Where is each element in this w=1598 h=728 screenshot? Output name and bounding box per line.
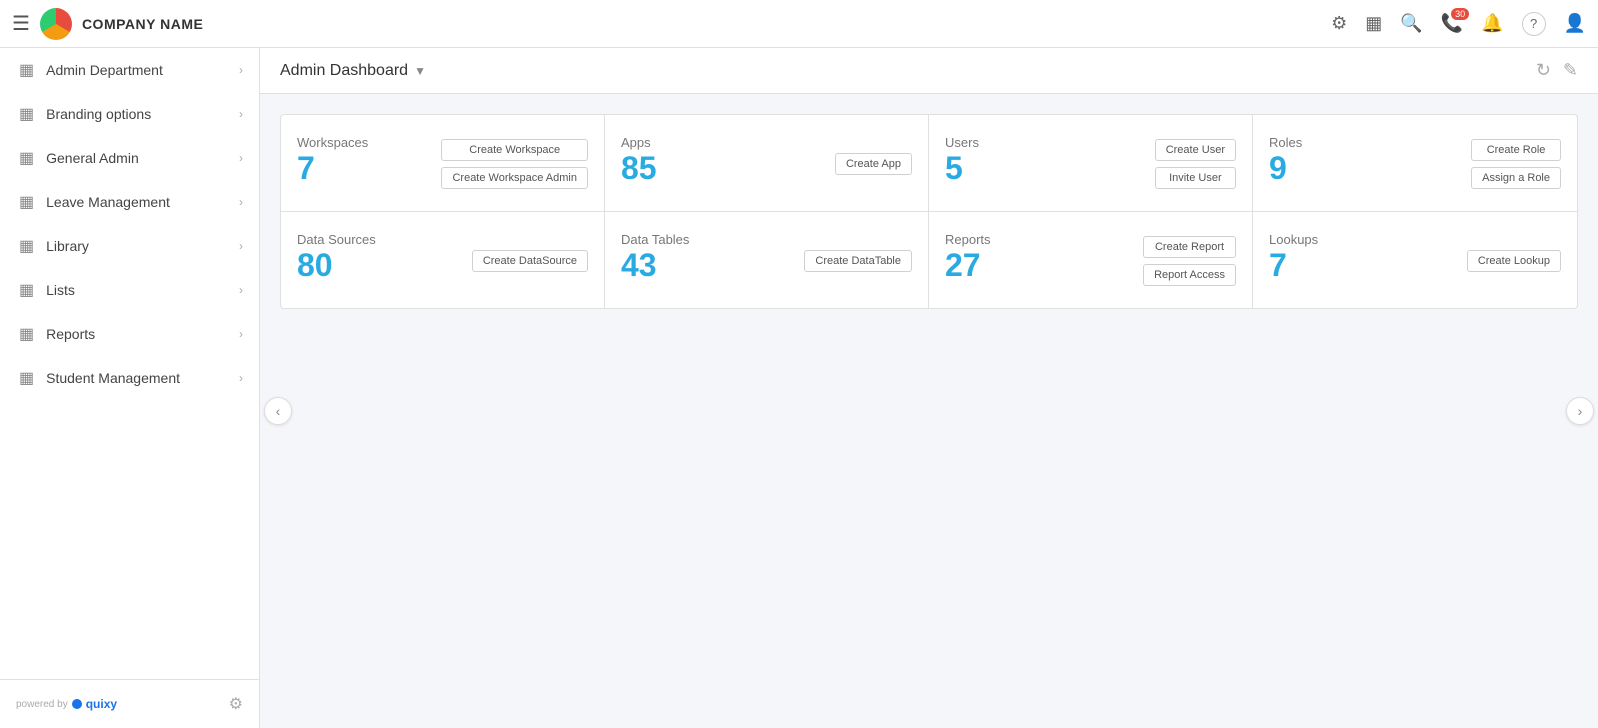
hamburger-icon[interactable]: ☰ bbox=[12, 11, 30, 36]
card-number: 85 bbox=[621, 150, 835, 187]
user-icon[interactable]: 👤 bbox=[1564, 13, 1586, 34]
card-data-tables: Data Tables 43 Create DataTable bbox=[605, 212, 929, 308]
card-number: 7 bbox=[1269, 247, 1467, 284]
dashboard-cards-grid: Workspaces 7 Create Workspace Create Wor… bbox=[280, 114, 1578, 309]
card-number: 80 bbox=[297, 247, 472, 284]
create-lookup-button[interactable]: Create Lookup bbox=[1467, 250, 1561, 272]
assign-role-button[interactable]: Assign a Role bbox=[1471, 167, 1561, 189]
layout-icon[interactable]: ▦ bbox=[1365, 13, 1382, 34]
card-number: 27 bbox=[945, 247, 1143, 284]
quixy-logo-dot bbox=[72, 699, 82, 709]
dashboard-body: ‹ Workspaces 7 Create Workspace Create W… bbox=[260, 94, 1598, 728]
card-users: Users 5 Create User Invite User bbox=[929, 115, 1253, 212]
create-workspace-admin-button[interactable]: Create Workspace Admin bbox=[441, 167, 588, 189]
create-workspace-button[interactable]: Create Workspace bbox=[441, 139, 588, 161]
top-nav: ☰ COMPANY NAME ⚙ ▦ 🔍 📞 30 🔔 ? 👤 bbox=[0, 0, 1598, 48]
general-admin-icon: ▦ bbox=[19, 148, 34, 168]
card-data-sources: Data Sources 80 Create DataSource bbox=[281, 212, 605, 308]
card-roles: Roles 9 Create Role Assign a Role bbox=[1253, 115, 1577, 212]
card-label: Apps bbox=[621, 135, 835, 150]
help-icon[interactable]: ? bbox=[1522, 12, 1546, 36]
card-label: Data Tables bbox=[621, 232, 804, 247]
chevron-right-icon: › bbox=[239, 371, 243, 385]
sidebar-item-reports[interactable]: ▦ Reports › bbox=[0, 312, 259, 356]
create-app-button[interactable]: Create App bbox=[835, 153, 912, 175]
dashboard-title[interactable]: Admin Dashboard ▼ bbox=[280, 62, 426, 80]
sidebar-item-label: Admin Department bbox=[46, 62, 163, 78]
lists-icon: ▦ bbox=[19, 280, 34, 300]
chevron-right-icon: › bbox=[239, 239, 243, 253]
sidebar-item-lists[interactable]: ▦ Lists › bbox=[0, 268, 259, 312]
student-management-icon: ▦ bbox=[19, 368, 34, 388]
card-label: Roles bbox=[1269, 135, 1471, 150]
sidebar-item-label: Student Management bbox=[46, 370, 180, 386]
report-access-button[interactable]: Report Access bbox=[1143, 264, 1236, 286]
sidebar-item-label: Leave Management bbox=[46, 194, 170, 210]
content-header: Admin Dashboard ▼ ↻ ✎ bbox=[260, 48, 1598, 94]
powered-by-label: powered by bbox=[16, 699, 68, 710]
content-area: Admin Dashboard ▼ ↻ ✎ ‹ Workspaces 7 bbox=[260, 48, 1598, 728]
sidebar-item-label: Lists bbox=[46, 282, 75, 298]
card-reports: Reports 27 Create Report Report Access bbox=[929, 212, 1253, 308]
create-report-button[interactable]: Create Report bbox=[1143, 236, 1236, 258]
sidebar-item-library[interactable]: ▦ Library › bbox=[0, 224, 259, 268]
dashboard-title-text: Admin Dashboard bbox=[280, 62, 408, 80]
chevron-right-icon: › bbox=[239, 151, 243, 165]
company-name: COMPANY NAME bbox=[82, 16, 203, 32]
sidebar-item-branding-options[interactable]: ▦ Branding options › bbox=[0, 92, 259, 136]
sidebar-item-leave-management[interactable]: ▦ Leave Management › bbox=[0, 180, 259, 224]
bell-icon[interactable]: 🔔 bbox=[1481, 13, 1503, 34]
edit-icon[interactable]: ✎ bbox=[1563, 60, 1578, 81]
sidebar-footer: powered by quixy ⚙ bbox=[0, 679, 259, 728]
card-label: Reports bbox=[945, 232, 1143, 247]
company-logo bbox=[40, 8, 72, 40]
card-label: Workspaces bbox=[297, 135, 441, 150]
card-label: Users bbox=[945, 135, 1155, 150]
invite-user-button[interactable]: Invite User bbox=[1155, 167, 1236, 189]
create-datasource-button[interactable]: Create DataSource bbox=[472, 250, 588, 272]
chevron-right-icon: › bbox=[239, 195, 243, 209]
card-number: 5 bbox=[945, 150, 1155, 187]
quixy-logo-text: quixy bbox=[86, 697, 117, 711]
create-role-button[interactable]: Create Role bbox=[1471, 139, 1561, 161]
library-icon: ▦ bbox=[19, 236, 34, 256]
calls-icon[interactable]: 📞 30 bbox=[1441, 13, 1463, 34]
card-number: 43 bbox=[621, 247, 804, 284]
search-icon[interactable]: 🔍 bbox=[1400, 13, 1422, 34]
leave-management-icon: ▦ bbox=[19, 192, 34, 212]
sidebar-item-label: Reports bbox=[46, 326, 95, 342]
chevron-right-icon: › bbox=[239, 327, 243, 341]
sidebar-item-general-admin[interactable]: ▦ General Admin › bbox=[0, 136, 259, 180]
chevron-right-icon: › bbox=[239, 63, 243, 77]
sidebar-item-label: Library bbox=[46, 238, 89, 254]
calls-badge: 30 bbox=[1451, 8, 1469, 20]
card-lookups: Lookups 7 Create Lookup bbox=[1253, 212, 1577, 308]
nav-arrow-left[interactable]: ‹ bbox=[264, 397, 292, 425]
branding-options-icon: ▦ bbox=[19, 104, 34, 124]
sidebar-item-label: General Admin bbox=[46, 150, 139, 166]
admin-department-icon: ▦ bbox=[19, 60, 34, 80]
title-dropdown-icon[interactable]: ▼ bbox=[414, 64, 426, 78]
sidebar-settings-icon[interactable]: ⚙ bbox=[229, 694, 243, 714]
chevron-right-icon: › bbox=[239, 107, 243, 121]
settings-icon[interactable]: ⚙ bbox=[1331, 13, 1347, 34]
create-user-button[interactable]: Create User bbox=[1155, 139, 1236, 161]
card-workspaces: Workspaces 7 Create Workspace Create Wor… bbox=[281, 115, 605, 212]
refresh-icon[interactable]: ↻ bbox=[1536, 60, 1551, 81]
sidebar-item-admin-department[interactable]: ▦ Admin Department › bbox=[0, 48, 259, 92]
card-number: 9 bbox=[1269, 150, 1471, 187]
chevron-right-icon: › bbox=[239, 283, 243, 297]
card-number: 7 bbox=[297, 150, 441, 187]
create-datatable-button[interactable]: Create DataTable bbox=[804, 250, 912, 272]
reports-icon: ▦ bbox=[19, 324, 34, 344]
card-label: Data Sources bbox=[297, 232, 472, 247]
sidebar-item-student-management[interactable]: ▦ Student Management › bbox=[0, 356, 259, 400]
card-label: Lookups bbox=[1269, 232, 1467, 247]
sidebar-item-label: Branding options bbox=[46, 106, 151, 122]
sidebar: ▦ Admin Department › ▦ Branding options … bbox=[0, 48, 260, 728]
nav-arrow-right[interactable]: › bbox=[1566, 397, 1594, 425]
card-apps: Apps 85 Create App bbox=[605, 115, 929, 212]
